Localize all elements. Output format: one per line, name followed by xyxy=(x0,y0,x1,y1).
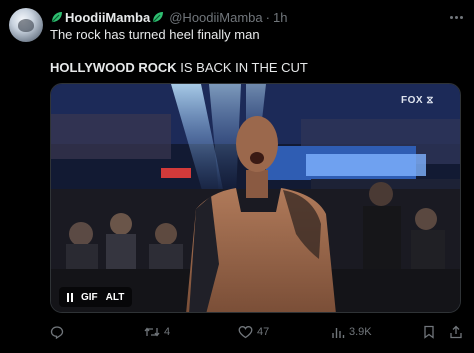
author-name[interactable]: HoodiiMamba xyxy=(65,10,150,25)
like-icon xyxy=(238,325,253,339)
media-gif[interactable]: FOX ⧖ GIF ALT xyxy=(50,83,461,313)
views-count: 3.9K xyxy=(349,326,372,338)
leaf-emoji-icon xyxy=(151,10,165,24)
broadcast-logo: FOX ⧖ xyxy=(401,95,434,106)
more-icon[interactable] xyxy=(446,10,466,24)
reply-button[interactable] xyxy=(50,322,68,342)
reply-icon xyxy=(50,325,64,339)
separator-dot: · xyxy=(265,9,270,25)
pause-icon[interactable] xyxy=(67,292,73,302)
like-button[interactable]: 47 xyxy=(238,322,269,342)
action-bar: 4 47 3.9K xyxy=(0,322,474,342)
views-icon xyxy=(331,325,345,339)
post-time[interactable]: 1h xyxy=(273,10,287,25)
author-handle[interactable]: @HoodiiMamba xyxy=(169,10,262,25)
like-count: 47 xyxy=(257,326,270,338)
retweet-button[interactable]: 4 xyxy=(144,322,170,342)
post-text-bold: HOLLYWOOD ROCK xyxy=(50,60,177,75)
retweet-icon xyxy=(144,325,160,339)
post-text-line1: The rock has turned heel finally man xyxy=(50,27,260,42)
leaf-emoji-icon xyxy=(50,10,64,24)
post-text-line2: HOLLYWOOD ROCK IS BACK IN THE CUT xyxy=(50,60,308,75)
share-icon xyxy=(449,325,463,339)
gif-label: GIF xyxy=(81,291,98,303)
avatar[interactable] xyxy=(9,8,43,42)
views-button[interactable]: 3.9K xyxy=(331,322,372,342)
bookmark-icon xyxy=(423,325,435,339)
retweet-count: 4 xyxy=(164,326,171,338)
alt-button[interactable]: ALT xyxy=(106,292,125,303)
share-button[interactable] xyxy=(449,322,463,342)
bookmark-button[interactable] xyxy=(423,322,435,342)
post-text-rest: IS BACK IN THE CUT xyxy=(176,60,308,75)
gif-controls[interactable]: GIF ALT xyxy=(59,287,133,307)
gif-frame-image xyxy=(51,84,460,312)
post-header: HoodiiMamba @HoodiiMamba · 1h xyxy=(50,9,287,25)
